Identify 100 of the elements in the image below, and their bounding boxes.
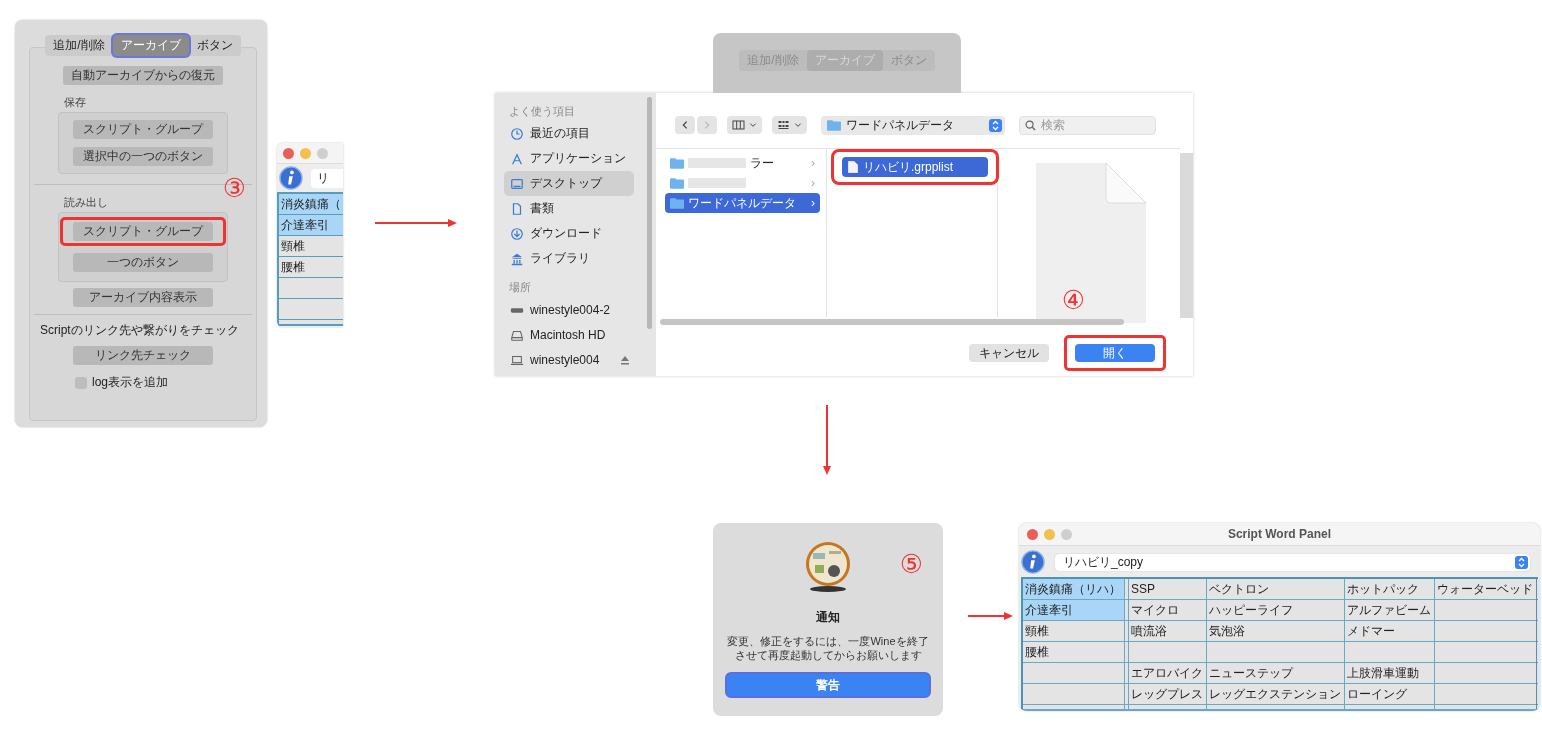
word-cell[interactable]: レッグプレス <box>1129 684 1206 704</box>
load-button[interactable]: 一つのボタン <box>73 253 213 272</box>
word-cell[interactable]: ニューステップ <box>1207 663 1344 683</box>
window-title: Script Word Panel <box>1227 527 1332 541</box>
folder-icon <box>670 157 684 169</box>
checkbox[interactable] <box>75 376 87 389</box>
word-cell[interactable]: 気泡浴 <box>1207 621 1344 641</box>
desktop-icon <box>510 176 524 191</box>
group-button[interactable] <box>772 116 807 134</box>
category-cell[interactable]: 腰椎 <box>1023 642 1124 662</box>
open-button[interactable]: 開く <box>1075 344 1155 362</box>
sidebar-item[interactable]: winestyle004 <box>504 347 634 372</box>
view-button[interactable] <box>727 116 762 134</box>
sidebar-item[interactable]: デスクトップ <box>504 171 634 196</box>
category-cell[interactable]: 頸椎 <box>1023 621 1124 641</box>
sidebar-item[interactable]: Macintosh HD <box>504 322 634 347</box>
folder-item[interactable]: ワードパネルデータ › <box>665 193 820 213</box>
show-archive-button[interactable]: アーカイブ内容表示 <box>73 288 213 307</box>
tab[interactable]: 追加/削除 <box>45 35 113 56</box>
minimize-button[interactable] <box>1044 528 1055 540</box>
app-store-icon <box>510 151 524 166</box>
arrow <box>823 405 831 475</box>
sidebar-item[interactable]: ダウンロード <box>504 221 634 246</box>
caret-icon <box>794 121 802 129</box>
document-icon <box>848 161 858 173</box>
folder-icon <box>827 119 841 131</box>
download-icon <box>510 226 524 241</box>
section-label: 保存 <box>64 95 87 110</box>
group-select[interactable]: リハビリ_copy <box>1055 553 1530 571</box>
clock-icon <box>510 126 524 141</box>
link-check-label: Scriptのリンク先や繋がりをチェック <box>40 322 239 339</box>
category-cell[interactable]: 介達牽引 <box>1023 600 1124 620</box>
section-label: 読み出し <box>64 195 109 210</box>
chevron-left-icon <box>680 119 690 131</box>
arrow <box>968 612 1013 620</box>
app-icon <box>805 541 851 593</box>
word-cell[interactable]: レッグエクステンション <box>1207 684 1344 704</box>
alert-title: 通知 <box>816 609 840 626</box>
category-cell[interactable]: 介達牽引 <box>279 215 343 235</box>
back-button[interactable] <box>675 116 695 134</box>
restore-button[interactable]: 自動アーカイブからの復元 <box>63 66 223 85</box>
stepper-icon <box>989 118 1002 132</box>
eject-icon[interactable] <box>620 354 630 365</box>
word-cell[interactable]: マイクロ <box>1129 600 1206 620</box>
chevron-right-icon <box>702 119 712 131</box>
checkbox-label: log表示を追加 <box>92 374 168 391</box>
columns-icon <box>732 119 745 131</box>
sidebar-heading: よく使う項目 <box>509 105 576 119</box>
category-cell[interactable]: 消炎鎮痛（ <box>279 194 343 214</box>
grid-icon <box>777 119 790 131</box>
word-cell[interactable]: エアロバイク <box>1129 663 1206 683</box>
warning-button[interactable]: 警告 <box>725 672 931 698</box>
search-icon <box>1025 119 1036 131</box>
empty-cell <box>279 278 343 298</box>
word-cell[interactable]: ローイング <box>1345 684 1434 704</box>
file-item[interactable]: リハビリ.grpplist <box>842 157 988 177</box>
folder-item[interactable]: ラー › <box>665 153 820 173</box>
sidebar-item[interactable]: ライブラリ <box>504 246 634 271</box>
word-cell[interactable]: ホットパック <box>1345 579 1434 599</box>
tab[interactable]: ボタン <box>188 35 241 56</box>
caret-icon <box>749 121 757 129</box>
word-cell[interactable]: 上肢滑車運動 <box>1345 663 1434 683</box>
scrollbar[interactable] <box>660 319 1124 325</box>
word-cell[interactable]: ウォーターベッド <box>1435 579 1536 599</box>
sidebar-item[interactable]: 書類 <box>504 196 634 221</box>
alert-message-line: させて再度起動してからお願いします <box>733 648 923 662</box>
group-field[interactable]: リ <box>311 168 343 188</box>
sidebar-item[interactable]: 最近の項目 <box>504 121 634 146</box>
word-cell[interactable]: アルファビーム <box>1345 600 1434 620</box>
scrollbar[interactable] <box>647 97 652 329</box>
folder-icon <box>670 177 684 189</box>
word-cell[interactable]: ベクトロン <box>1207 579 1344 599</box>
sidebar-item[interactable]: アプリケーション <box>504 146 634 171</box>
sidebar-heading: 場所 <box>509 281 532 295</box>
word-cell[interactable]: 噴流浴 <box>1129 621 1206 641</box>
sidebar-item[interactable]: winestyle004-2 <box>504 297 634 322</box>
info-icon[interactable] <box>279 166 303 190</box>
info-icon[interactable] <box>1021 550 1045 574</box>
location-popup[interactable]: ワードパネルデータ <box>821 115 1005 135</box>
category-cell[interactable]: 腰椎 <box>279 257 343 277</box>
step-number: ③ <box>222 175 246 201</box>
save-button[interactable]: スクリプト・グループ <box>73 120 213 139</box>
word-cell[interactable]: ハッピーライフ <box>1207 600 1344 620</box>
close-button[interactable] <box>1027 528 1038 540</box>
word-cell[interactable]: SSP <box>1129 579 1206 599</box>
folder-icon <box>670 197 684 209</box>
save-button[interactable]: 選択中の一つのボタン <box>73 147 213 166</box>
category-cell[interactable]: 頸椎 <box>279 236 343 256</box>
cancel-button[interactable]: キャンセル <box>969 344 1049 362</box>
library-icon <box>510 251 524 266</box>
category-cell[interactable]: 消炎鎮痛（リハ） <box>1023 579 1124 599</box>
empty-cell <box>279 299 343 319</box>
load-button[interactable]: スクリプト・グループ <box>73 222 213 241</box>
close-button[interactable] <box>283 147 294 159</box>
step-number: ④ <box>1061 287 1085 313</box>
minimize-button[interactable] <box>300 147 311 159</box>
link-check-button[interactable]: リンク先チェック <box>73 346 213 365</box>
step-number: ⑤ <box>899 551 923 577</box>
stepper-icon <box>1515 555 1528 569</box>
word-cell[interactable]: メドマー <box>1345 621 1434 641</box>
